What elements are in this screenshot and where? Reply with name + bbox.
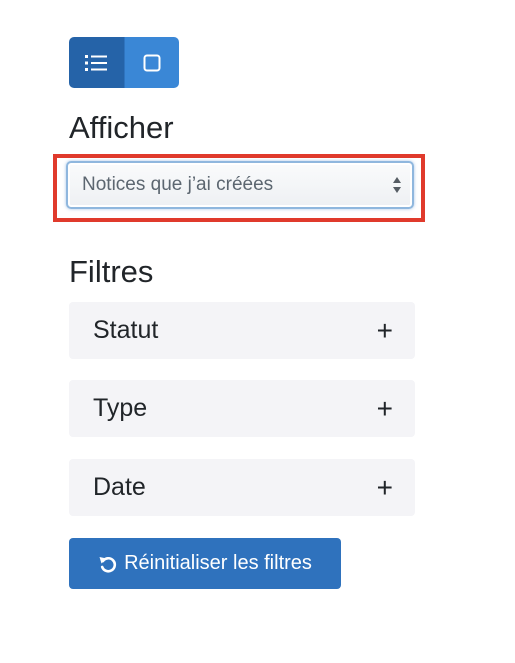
reset-filters-button[interactable]: Réinitialiser les filtres <box>69 538 341 589</box>
plus-icon: + <box>376 314 393 346</box>
undo-icon <box>99 556 117 573</box>
sort-arrows-icon <box>393 177 401 193</box>
plus-icon: + <box>376 471 393 503</box>
filter-label: Type <box>93 394 148 422</box>
reset-filters-label: Réinitialiser les filtres <box>124 552 312 574</box>
filter-label: Statut <box>93 316 159 344</box>
list-icon <box>85 54 108 71</box>
grid-view-button[interactable] <box>123 37 179 88</box>
afficher-select-value: Notices que j’ai créées <box>82 174 274 195</box>
square-icon <box>143 54 161 71</box>
plus-icon: + <box>376 392 393 424</box>
view-toggle <box>69 37 179 88</box>
afficher-select[interactable]: Notices que j’ai créées <box>66 161 414 209</box>
filter-label: Date <box>93 473 146 501</box>
filter-statut[interactable]: Statut + <box>69 302 415 359</box>
filter-date[interactable]: Date + <box>69 459 415 516</box>
filter-type[interactable]: Type + <box>69 380 415 437</box>
list-view-button[interactable] <box>69 37 124 88</box>
afficher-title: Afficher <box>69 110 174 145</box>
filtres-title: Filtres <box>69 254 154 289</box>
